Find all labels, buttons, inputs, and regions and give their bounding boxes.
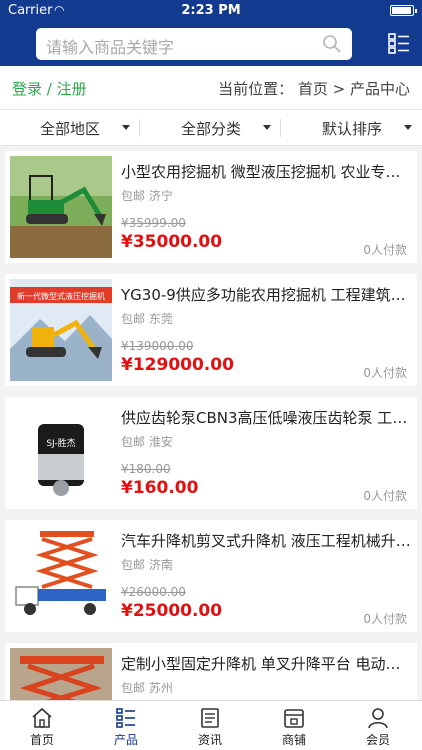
tab-shop-label: 商铺 <box>281 733 306 747</box>
tab-news[interactable]: 资讯 <box>168 701 252 750</box>
news-icon <box>201 708 219 728</box>
product-price: ¥129000.00 <box>121 355 234 375</box>
original-price: ¥139000.00 <box>121 339 194 353</box>
product-card[interactable]: SJ-胜杰 供应齿轮泵CBN3高压低噪液压齿轮泵 工程机械配件 包邮 淮安 ¥1… <box>5 397 417 509</box>
original-price: ¥35999.00 <box>121 216 186 230</box>
login-register-link[interactable]: 登录 / 注册 <box>12 78 87 99</box>
status-bar: Carrier ◠ 2:23 PM <box>0 0 422 22</box>
category-menu-icon[interactable] <box>388 32 410 54</box>
bottom-tab-bar: 首页 产品 资讯 商铺 会员 <box>0 700 422 750</box>
user-icon <box>368 708 388 729</box>
payment-count: 0人付款 <box>363 489 407 503</box>
tab-products[interactable]: 产品 <box>84 701 168 750</box>
payment-count: 0人付款 <box>363 243 407 257</box>
product-shipping: 包邮 东莞 <box>121 310 173 327</box>
shipping-label: 包邮 <box>121 312 146 326</box>
product-image: 新一代微型式液压挖掘机 <box>10 279 112 381</box>
filter-category-label: 全部分类 <box>180 120 241 138</box>
product-image: SJ-胜杰 <box>10 402 112 504</box>
app-header: 请输入商品关键字 <box>0 22 422 66</box>
shipping-label: 包邮 <box>121 558 146 572</box>
filter-region[interactable]: 全部地区 <box>0 110 140 146</box>
product-price: ¥25000.00 <box>121 601 223 621</box>
shipping-label: 包邮 <box>121 189 146 203</box>
product-title: YG30-9供应多功能农用挖掘机 工程建筑小型挖掘机 <box>121 286 411 304</box>
product-title: 供应齿轮泵CBN3高压低噪液压齿轮泵 工程机械配件 <box>121 409 411 427</box>
banner-text: 新一代微型式液压挖掘机 <box>17 291 105 301</box>
divider <box>280 119 281 137</box>
product-city: 苏州 <box>148 681 173 695</box>
product-city: 济南 <box>148 558 173 572</box>
product-shipping: 包邮 济南 <box>121 556 173 573</box>
list-icon <box>116 708 135 728</box>
product-shipping: 包邮 苏州 <box>121 679 173 696</box>
home-icon <box>32 707 52 728</box>
product-card[interactable]: 汽车升降机剪叉式升降机 液压工程机械升降平台 包邮 济南 ¥26000.00 ¥… <box>5 520 417 632</box>
product-city: 东莞 <box>148 312 173 326</box>
filter-bar: 全部地区 全部分类 默认排序 <box>0 110 422 146</box>
filter-sort[interactable]: 默认排序 <box>282 110 422 146</box>
search-placeholder: 请输入商品关键字 <box>46 38 175 57</box>
payment-count: 0人付款 <box>363 612 407 626</box>
filter-region-label: 全部地区 <box>39 120 100 138</box>
product-price: ¥160.00 <box>121 478 199 498</box>
shop-icon <box>284 709 304 728</box>
search-icon[interactable] <box>322 34 342 54</box>
product-title: 小型农用挖掘机 微型液压挖掘机 农业专用小挖掘机 <box>121 163 411 181</box>
product-shipping: 包邮 淮安 <box>121 433 173 450</box>
original-price: ¥180.00 <box>121 462 171 476</box>
product-price: ¥35000.00 <box>121 232 223 252</box>
payment-count: 0人付款 <box>363 366 407 380</box>
product-card[interactable]: 小型农用挖掘机 微型液压挖掘机 农业专用小挖掘机 包邮 济宁 ¥35999.00… <box>5 151 417 263</box>
original-price: ¥26000.00 <box>121 585 186 599</box>
product-card[interactable]: 新一代微型式液压挖掘机 YG30-9供应多功能农用挖掘机 工程建筑小型挖掘机 包… <box>5 274 417 386</box>
tab-member[interactable]: 会员 <box>336 701 420 750</box>
login-location-bar: 登录 / 注册 当前位置： 首页 > 产品中心 <box>0 66 422 110</box>
product-image <box>10 156 112 258</box>
product-title: 汽车升降机剪叉式升降机 液压工程机械升降平台 <box>121 532 411 550</box>
tab-products-label: 产品 <box>113 733 138 747</box>
battery-icon <box>390 5 417 16</box>
tab-shop[interactable]: 商铺 <box>252 701 336 750</box>
filter-category[interactable]: 全部分类 <box>141 110 281 146</box>
divider <box>139 119 140 137</box>
product-city: 济宁 <box>148 189 173 203</box>
search-input[interactable]: 请输入商品关键字 <box>36 28 352 60</box>
tab-member-label: 会员 <box>365 733 390 747</box>
chevron-down-icon <box>404 125 412 130</box>
filter-sort-label: 默认排序 <box>321 120 382 138</box>
tab-home[interactable]: 首页 <box>0 701 84 750</box>
product-image <box>10 525 112 627</box>
chevron-down-icon <box>263 125 271 130</box>
clock: 2:23 PM <box>181 3 241 18</box>
chevron-down-icon <box>122 125 130 130</box>
product-city: 淮安 <box>148 435 173 449</box>
tab-home-label: 首页 <box>29 733 54 747</box>
tab-news-label: 资讯 <box>197 733 222 747</box>
product-title: 定制小型固定升降机 单叉升降平台 电动液压升降台 <box>121 655 411 673</box>
product-shipping: 包邮 济宁 <box>121 187 173 204</box>
shipping-label: 包邮 <box>121 435 146 449</box>
pump-label-text: SJ-胜杰 <box>46 437 75 449</box>
shipping-label: 包邮 <box>121 681 146 695</box>
breadcrumb: 当前位置： 首页 > 产品中心 <box>218 80 410 98</box>
